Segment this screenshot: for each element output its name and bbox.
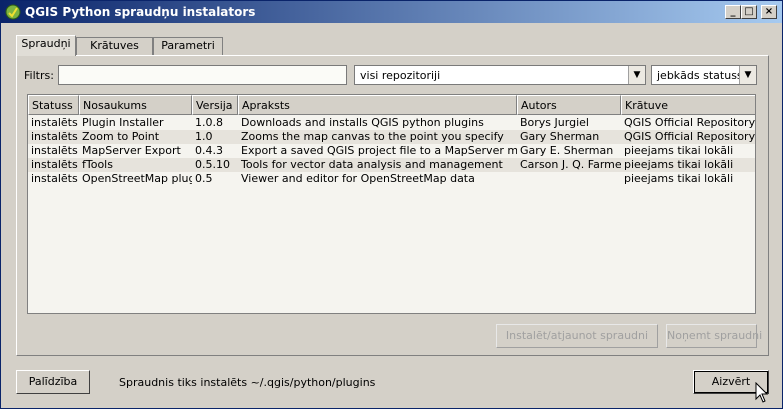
- maximize-button[interactable]: □: [741, 5, 757, 19]
- table-header: Statuss Nosaukums Versija Apraksts Autor…: [28, 95, 755, 115]
- cell-author: Gary Sherman: [520, 130, 600, 143]
- tab-plugins[interactable]: Spraudņi: [16, 35, 76, 56]
- cell-name: OpenStreetMap plugin: [82, 172, 192, 185]
- cell-name: Zoom to Point: [82, 130, 160, 143]
- cell-repository: pieejams tikai lokāli: [624, 158, 734, 171]
- cell-status: instalēts: [31, 172, 78, 185]
- cell-author: Gary E. Sherman: [520, 144, 614, 157]
- cell-version: 0.5.10: [195, 158, 230, 171]
- cell-description: Export a saved QGIS project file to a Ma…: [241, 144, 517, 157]
- column-header-author[interactable]: Autors: [517, 95, 621, 115]
- cell-version: 0.4.3: [195, 144, 223, 157]
- minimize-icon: _: [730, 6, 736, 17]
- cell-description: Tools for vector data analysis and manag…: [241, 158, 503, 171]
- uninstall-plugin-button[interactable]: Noņemt spraudni: [666, 324, 762, 348]
- close-window-button[interactable]: ×: [761, 5, 777, 19]
- column-header-version[interactable]: Versija: [192, 95, 238, 115]
- tab-repositories[interactable]: Krātuves: [76, 37, 153, 55]
- title-bar[interactable]: QGIS Python spraudņu instalators _ □ ×: [1, 1, 782, 23]
- mouse-cursor-icon: [755, 382, 769, 403]
- tab-label: Parametri: [161, 39, 215, 52]
- cell-description: Downloads and installs QGIS python plugi…: [241, 116, 484, 129]
- plugins-table[interactable]: Statuss Nosaukums Versija Apraksts Autor…: [27, 94, 756, 314]
- filter-input[interactable]: [58, 65, 347, 85]
- status-select[interactable]: jebkāds statuss ▼: [651, 65, 757, 85]
- cell-author: Borys Jurgiel: [520, 116, 589, 129]
- tab-options[interactable]: Parametri: [153, 37, 223, 55]
- maximize-icon: □: [744, 6, 754, 17]
- cell-name: MapServer Export: [82, 144, 181, 157]
- dropdown-arrow-icon[interactable]: ▼: [628, 66, 645, 84]
- help-button[interactable]: Palīdzība: [16, 370, 90, 394]
- tab-label: Spraudņi: [21, 37, 71, 50]
- cell-status: instalēts: [31, 158, 78, 171]
- install-path-status: Spraudnis tiks instalēts ~/.qgis/python/…: [119, 376, 376, 389]
- cell-description: Viewer and editor for OpenStreetMap data: [241, 172, 475, 185]
- column-header-description[interactable]: Apraksts: [238, 95, 517, 115]
- cell-name: fTools: [82, 158, 113, 171]
- cell-description: Zooms the map canvas to the point you sp…: [241, 130, 504, 143]
- cell-version: 0.5: [195, 172, 213, 185]
- cell-repository: pieejams tikai lokāli: [624, 144, 734, 157]
- column-header-repository[interactable]: Krātuve: [621, 95, 755, 115]
- cell-repository: QGIS Official Repository: [624, 130, 756, 143]
- close-icon: ×: [764, 6, 774, 17]
- column-header-status[interactable]: Statuss: [28, 95, 79, 115]
- cell-name: Plugin Installer: [82, 116, 164, 129]
- repository-select[interactable]: visi repozitoriji ▼: [354, 65, 646, 85]
- cell-repository: QGIS Official Repository: [624, 116, 756, 129]
- cell-status: instalēts: [31, 130, 78, 143]
- column-header-name[interactable]: Nosaukums: [79, 95, 192, 115]
- window-title: QGIS Python spraudņu instalators: [25, 5, 256, 19]
- table-row[interactable]: instalēts fTools 0.5.10 Tools for vector…: [28, 158, 755, 172]
- dropdown-arrow-icon[interactable]: ▼: [739, 66, 756, 84]
- status-select-value: jebkāds statuss: [657, 69, 743, 82]
- filter-label: Filtrs:: [24, 69, 54, 82]
- minimize-button[interactable]: _: [725, 5, 741, 19]
- table-row[interactable]: instalēts Plugin Installer 1.0.8 Downloa…: [28, 116, 756, 130]
- install-plugin-button[interactable]: Instalēt/atjaunot spraudni: [496, 324, 658, 348]
- tab-label: Krātuves: [90, 39, 139, 52]
- cell-author: Carson J. Q. Farmer: [520, 158, 621, 171]
- cell-version: 1.0: [195, 130, 213, 143]
- repository-select-value: visi repozitoriji: [360, 69, 441, 82]
- table-row[interactable]: instalēts Zoom to Point 1.0 Zooms the ma…: [28, 130, 756, 144]
- qgis-logo-icon: [5, 4, 21, 20]
- cell-repository: pieejams tikai lokāli: [624, 172, 734, 185]
- table-row[interactable]: instalēts OpenStreetMap plugin 0.5 Viewe…: [28, 172, 755, 186]
- cell-version: 1.0.8: [195, 116, 223, 129]
- cell-status: instalēts: [31, 116, 78, 129]
- cell-author: [517, 172, 621, 186]
- table-row[interactable]: instalēts MapServer Export 0.4.3 Export …: [28, 144, 755, 158]
- cell-status: instalēts: [31, 144, 78, 157]
